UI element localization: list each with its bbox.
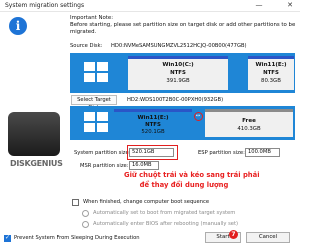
brand-logo: DISKGENIUS bbox=[10, 159, 63, 168]
source-disk-strip: Win10(C:) NTFS 391.9GB Win11(E:) NTFS 80… bbox=[70, 53, 295, 93]
esp-partition-label: ESP partition size: bbox=[198, 150, 245, 156]
prevent-sleep-checkbox[interactable] bbox=[4, 234, 11, 242]
auto-boot-radio[interactable] bbox=[82, 210, 89, 217]
msr-partition-input[interactable]: 16.0MB bbox=[129, 161, 159, 170]
source-disk-label: Source Disk: bbox=[70, 43, 103, 49]
change-boot-sequence-checkbox[interactable] bbox=[72, 199, 79, 206]
note-title: Important Note: bbox=[70, 15, 114, 21]
target-disk-strip: Win11(E:) NTFS 520.1GB ↔ Free 410.3GB bbox=[70, 106, 295, 140]
prevent-sleep-label: Prevent System From Sleeping During Exec… bbox=[14, 235, 140, 241]
msr-partition-label: MSR partition size: bbox=[80, 163, 129, 169]
source-volume-e[interactable]: Win11(E:) NTFS 80.3GB bbox=[248, 56, 294, 90]
title-bar: System migration settings — ✕ bbox=[0, 0, 300, 12]
source-disk-value: HD0:NVMeSAMSUNGMZVL2512HCJQ-00B00(477GB) bbox=[111, 43, 247, 49]
info-icon: i bbox=[9, 17, 27, 35]
cancel-button[interactable]: Cancel bbox=[246, 232, 290, 243]
disk-drive-icon bbox=[8, 112, 60, 156]
target-volume-system[interactable]: Win11(E:) NTFS 520.1GB bbox=[114, 109, 192, 137]
windows-logo-icon bbox=[84, 112, 110, 134]
target-volume-free[interactable]: Free 410.3GB bbox=[205, 109, 293, 137]
auto-bios-label: Automatically enter BIOS after rebooting… bbox=[93, 221, 239, 227]
window-title: System migration settings bbox=[5, 2, 85, 9]
resize-handle[interactable]: ↔ bbox=[194, 112, 203, 121]
target-disk-value: HD2:WDS100T2B0C-00PXH0(932GB) bbox=[127, 97, 224, 103]
esp-partition-input[interactable]: 100.0MB bbox=[245, 148, 280, 157]
annotation-line-1: Giữ chuột trái và kéo sang trái phải bbox=[124, 171, 260, 179]
note-line-2: migrated. bbox=[70, 29, 97, 35]
auto-bios-radio[interactable] bbox=[82, 221, 89, 228]
source-volume-c[interactable]: Win10(C:) NTFS 391.9GB bbox=[128, 56, 228, 90]
system-partition-label: System partition size: bbox=[74, 150, 131, 156]
system-partition-highlight bbox=[127, 145, 178, 160]
close-icon[interactable]: ✕ bbox=[283, 0, 297, 11]
annotation-line-2: để thay đổi dung lượng bbox=[139, 181, 229, 189]
step-badge: 7 bbox=[229, 230, 238, 239]
minimize-icon[interactable]: — bbox=[252, 0, 266, 11]
windows-logo-icon bbox=[84, 62, 110, 84]
note-line-1: Before starting, please set partition si… bbox=[70, 22, 296, 28]
change-boot-sequence-label: When finished, change computer boot sequ… bbox=[83, 199, 210, 205]
auto-boot-label: Automatically set to boot from migrated … bbox=[93, 210, 236, 216]
select-target-disk-button[interactable]: Select Target Disk bbox=[71, 95, 117, 111]
